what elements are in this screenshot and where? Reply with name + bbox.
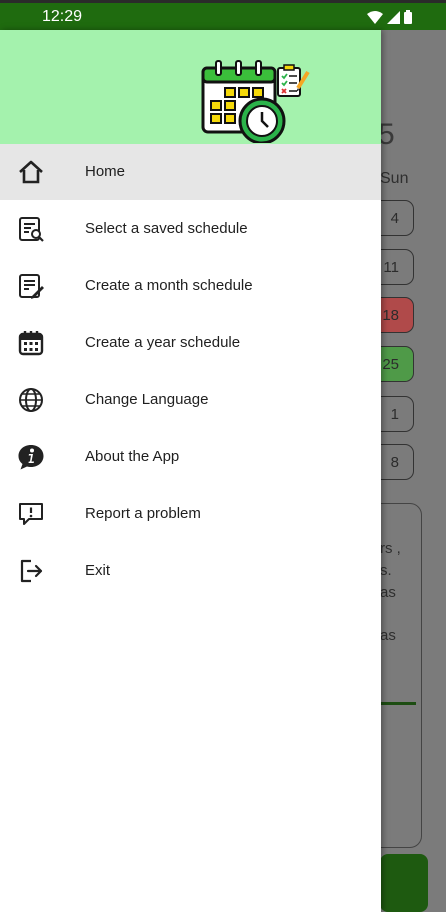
status-icons <box>367 10 412 24</box>
bg-action-button <box>380 854 428 912</box>
menu-label: Create a month schedule <box>85 277 253 294</box>
report-icon <box>19 503 43 525</box>
menu-item-about-the-app[interactable]: About the App <box>0 429 381 485</box>
info-icon <box>18 445 44 470</box>
bg-card-divider <box>380 702 416 705</box>
globe-icon <box>19 388 43 412</box>
drawer-header <box>0 30 381 144</box>
search-list-icon <box>19 217 44 242</box>
bg-card-text: as <box>380 627 396 644</box>
menu-item-select-saved-schedule[interactable]: Select a saved schedule <box>0 201 381 257</box>
wifi-icon <box>367 10 383 24</box>
status-bar: 12:29 <box>0 0 446 30</box>
bg-day-name: Sun <box>380 170 409 187</box>
menu-item-home[interactable]: Home <box>0 144 381 200</box>
bg-card-text: s. <box>380 562 392 579</box>
menu-item-exit[interactable]: Exit <box>0 543 381 599</box>
menu-label: Exit <box>85 562 111 579</box>
menu-label: Change Language <box>85 391 209 408</box>
menu-label: Create a year schedule <box>85 334 241 351</box>
bg-card-text: rs , <box>380 540 401 557</box>
battery-icon <box>404 10 412 24</box>
edit-list-icon <box>19 274 44 299</box>
home-icon <box>19 160 43 184</box>
exit-icon <box>20 559 43 583</box>
calendar-schedule-logo-icon <box>201 60 310 143</box>
menu-label: Select a saved schedule <box>85 220 248 237</box>
menu-label: Home <box>85 163 126 180</box>
menu-label: Report a problem <box>85 505 201 522</box>
menu-item-report-a-problem[interactable]: Report a problem <box>0 486 381 542</box>
calendar-icon <box>18 331 44 356</box>
bg-card-text: as <box>380 584 396 601</box>
status-time: 12:29 <box>42 8 83 25</box>
menu-item-change-language[interactable]: Change Language <box>0 372 381 428</box>
navigation-drawer: Home Select a saved schedule Create a mo… <box>0 30 381 912</box>
signal-icon <box>387 10 400 24</box>
menu-label: About the App <box>85 448 180 465</box>
menu-item-create-year-schedule[interactable]: Create a year schedule <box>0 315 381 371</box>
menu-item-create-month-schedule[interactable]: Create a month schedule <box>0 258 381 314</box>
